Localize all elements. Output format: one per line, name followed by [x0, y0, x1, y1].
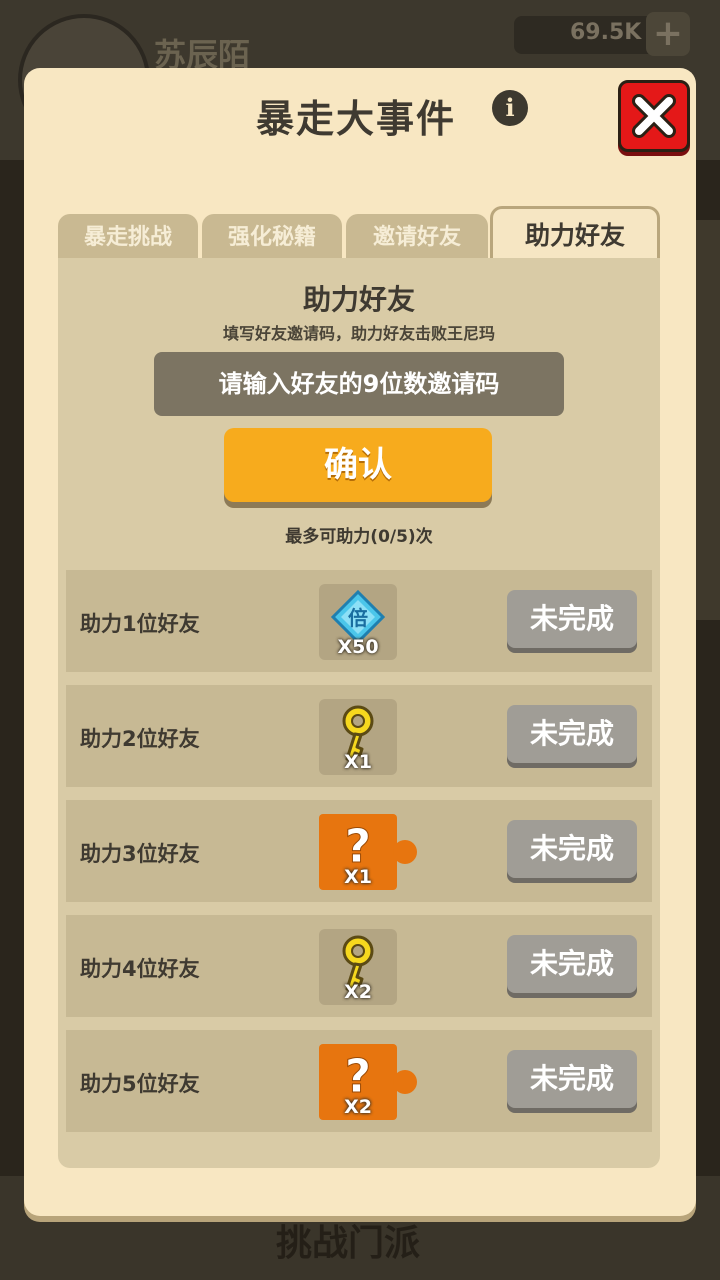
- reward-item: X1: [319, 699, 397, 775]
- reward-requirement: 助力4位好友: [80, 957, 200, 981]
- incomplete-button[interactable]: 未完成: [507, 820, 637, 878]
- assist-title: 助力好友: [302, 283, 415, 316]
- close-icon: [632, 94, 676, 138]
- modal-header: 暴走大事件 i: [24, 68, 696, 158]
- reward-count: X1: [344, 751, 372, 773]
- tab-enhance-manual[interactable]: 强化秘籍: [202, 214, 342, 260]
- background-side-panel: [692, 220, 720, 620]
- reward-item: 倍 X50: [319, 584, 397, 660]
- coin-amount: 69.5K: [570, 20, 642, 45]
- reward-item: ? X2: [319, 1044, 417, 1120]
- confirm-button[interactable]: 确认: [224, 428, 492, 502]
- info-icon[interactable]: i: [492, 90, 528, 126]
- reward-row: 助力3位好友 ? X1 未完成: [66, 800, 652, 902]
- assist-count-text: 最多可助力(0/5)次: [285, 527, 433, 547]
- assist-panel: 助力好友 填写好友邀请码，助力好友击败王尼玛 确认 最多可助力(0/5)次 助力…: [58, 258, 660, 1168]
- reward-requirement: 助力2位好友: [80, 727, 200, 751]
- reward-row: 助力5位好友 ? X2 未完成: [66, 1030, 652, 1132]
- incomplete-button[interactable]: 未完成: [507, 705, 637, 763]
- modal-title: 暴走大事件: [256, 97, 457, 141]
- tab-assist-friends[interactable]: 助力好友: [490, 206, 660, 263]
- incomplete-button[interactable]: 未完成: [507, 1050, 637, 1108]
- incomplete-button[interactable]: 未完成: [507, 590, 637, 648]
- close-button[interactable]: [618, 80, 690, 152]
- reward-count: X2: [344, 981, 372, 1003]
- reward-item: ? X1: [319, 814, 417, 890]
- event-modal: 暴走大事件 i 暴走挑战 强化秘籍 邀请好友 助力好友 助力好友 填写好友邀请码…: [24, 68, 696, 1216]
- reward-row: 助力1位好友 倍 X50 未完成: [66, 570, 652, 672]
- tab-invite-friends[interactable]: 邀请好友: [346, 214, 488, 260]
- reward-row: 助力4位好友 X2 未完成: [66, 915, 652, 1017]
- reward-count: X2: [344, 1096, 372, 1118]
- background-bottom-label: 挑战门派: [276, 1223, 421, 1264]
- reward-requirement: 助力5位好友: [80, 1072, 200, 1096]
- invite-code-input[interactable]: [154, 352, 564, 416]
- reward-requirement: 助力1位好友: [80, 612, 200, 636]
- reward-requirement: 助力3位好友: [80, 842, 200, 866]
- add-coins-icon: +: [646, 12, 690, 56]
- reward-count: X1: [344, 866, 372, 888]
- question-glyph: ?: [345, 819, 372, 873]
- assist-description: 填写好友邀请码，助力好友击败王尼玛: [222, 324, 495, 343]
- tab-rampage-challenge[interactable]: 暴走挑战: [58, 214, 198, 260]
- gem-glyph: 倍: [348, 606, 368, 630]
- reward-row: 助力2位好友 X1 未完成: [66, 685, 652, 787]
- question-glyph: ?: [345, 1049, 372, 1103]
- reward-count: X50: [337, 636, 379, 658]
- reward-item: X2: [319, 929, 397, 1005]
- incomplete-button[interactable]: 未完成: [507, 935, 637, 993]
